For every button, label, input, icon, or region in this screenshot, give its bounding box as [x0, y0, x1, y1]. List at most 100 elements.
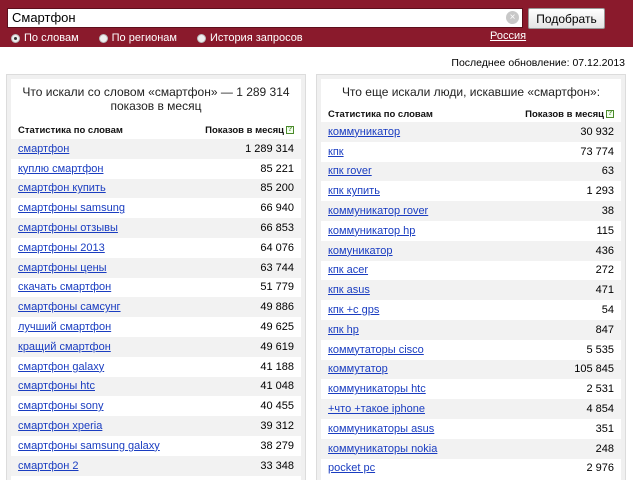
- keyword-link[interactable]: коммуникаторы nokia: [328, 443, 437, 455]
- table-row: коммуникаторы nokia 248: [321, 438, 621, 459]
- table-row: лучший смартфон 49 625: [11, 317, 301, 337]
- impressions-count: 105 845: [574, 363, 614, 376]
- mode-history[interactable]: История запросов: [197, 32, 303, 44]
- keyword-link[interactable]: коммуникатор: [328, 126, 400, 138]
- keyword-link[interactable]: комуникатор: [328, 245, 393, 257]
- mode-by-words[interactable]: По словам: [11, 32, 79, 44]
- keyword-link[interactable]: смартфон купить: [18, 182, 106, 194]
- keyword-link[interactable]: смартфоны htc: [18, 380, 95, 392]
- mode-by-regions[interactable]: По регионам: [98, 32, 177, 44]
- table-row: кпк +с gps 54: [321, 300, 621, 320]
- impressions-count: 38 279: [260, 439, 294, 452]
- help-icon[interactable]: ?: [606, 110, 614, 118]
- impressions-count: 351: [595, 422, 614, 435]
- table-row: скачать смартфон 51 779: [11, 278, 301, 298]
- impressions-count: 847: [595, 323, 614, 336]
- keyword-link[interactable]: смартфон: [18, 143, 69, 155]
- radio-icon[interactable]: [11, 33, 20, 43]
- keyword-link[interactable]: кпк acer: [328, 264, 368, 276]
- help-icon[interactable]: ?: [286, 126, 294, 134]
- col-count-header: Показов в месяц ?: [205, 125, 294, 136]
- table-row: смартфон 2 33 348: [11, 455, 301, 476]
- radio-icon[interactable]: [197, 33, 206, 43]
- keyword-link[interactable]: pocket pc: [328, 462, 375, 474]
- table-row: коммуникатор rover 38: [321, 201, 621, 221]
- impressions-count: 272: [595, 264, 614, 277]
- col-word-header: Статистика по словам: [18, 124, 123, 136]
- left-panel: Что искали со словом «смартфон» — 1 289 …: [6, 74, 306, 480]
- table-row: кращий смартфон 49 619: [11, 336, 301, 357]
- keyword-link[interactable]: лучший смартфон: [18, 321, 111, 333]
- region-link[interactable]: Россия: [490, 30, 526, 42]
- keyword-link[interactable]: смартфоны sony: [18, 400, 104, 412]
- impressions-count: 436: [595, 244, 614, 257]
- keyword-link[interactable]: коммуникаторы asus: [328, 423, 434, 435]
- mode-label: По регионам: [111, 32, 177, 44]
- keyword-link[interactable]: куплю смартфон: [18, 163, 103, 175]
- keyword-link[interactable]: кпк купить: [328, 185, 380, 197]
- keyword-link[interactable]: смартфоны самсунг: [18, 301, 121, 313]
- clear-icon[interactable]: ×: [506, 11, 519, 24]
- keyword-link[interactable]: кпк hp: [328, 324, 359, 336]
- table-row: кпк 73 774: [321, 142, 621, 162]
- keyword-link[interactable]: кпк: [328, 146, 344, 158]
- impressions-count: 471: [595, 284, 614, 297]
- keyword-link[interactable]: смартфоны цены: [18, 262, 107, 274]
- impressions-count: 49 619: [260, 340, 294, 353]
- right-panel-title: Что еще искали люди, искавшие «смартфон»…: [341, 85, 601, 99]
- impressions-count: 66 853: [260, 222, 294, 235]
- submit-button[interactable]: Подобрать: [528, 8, 605, 29]
- table-row: смартфоны самсунг 49 886: [11, 297, 301, 318]
- keyword-link[interactable]: коммутатор: [328, 363, 388, 375]
- impressions-count: 41 048: [260, 380, 294, 393]
- table-row: смартфон купить 85 200: [11, 178, 301, 199]
- impressions-count: 1 293: [586, 185, 614, 198]
- impressions-count: 39 312: [260, 420, 294, 433]
- keyword-link[interactable]: кпк +с gps: [328, 304, 379, 316]
- impressions-count: 51 779: [260, 281, 294, 294]
- radio-icon[interactable]: [98, 33, 108, 43]
- impressions-count: 49 625: [260, 321, 294, 334]
- impressions-count: 30 932: [580, 125, 614, 138]
- impressions-count: 40 455: [260, 400, 294, 413]
- impressions-count: 5 535: [586, 343, 614, 356]
- keyword-link[interactable]: смартфоны 2013: [18, 242, 105, 254]
- keyword-link[interactable]: смартфон 2: [18, 460, 79, 472]
- impressions-count: 54: [601, 304, 614, 317]
- col-count-label: Показов в месяц: [205, 124, 284, 136]
- keyword-link[interactable]: смартфон xperia: [18, 420, 102, 432]
- keyword-link[interactable]: коммуникаторы htc: [328, 383, 426, 395]
- keyword-link[interactable]: смартфоны отзывы: [18, 222, 118, 234]
- impressions-count: 64 076: [260, 241, 294, 254]
- table-row: смартфоны sony 40 455: [11, 396, 301, 416]
- keyword-link[interactable]: смартфон galaxy: [18, 361, 104, 373]
- impressions-count: 4 854: [586, 403, 614, 416]
- impressions-count: 115: [596, 224, 614, 237]
- table-row: смартфон xperia 39 312: [11, 416, 301, 436]
- search-mode-group: По словам По регионам История запросов: [11, 31, 323, 45]
- search-input[interactable]: [8, 9, 502, 27]
- impressions-count: 248: [595, 442, 614, 455]
- keyword-link[interactable]: кращий смартфон: [18, 341, 111, 353]
- impressions-count: 41 188: [260, 360, 294, 373]
- impressions-count: 2 531: [586, 383, 614, 396]
- keyword-link[interactable]: смартфоны samsung: [18, 202, 125, 214]
- left-rows: смартфон 1 289 314 куплю смартфон 85 221 сма…: [11, 139, 301, 476]
- impressions-count: 73 774: [580, 145, 614, 158]
- keyword-link[interactable]: коммутаторы cisco: [328, 344, 424, 356]
- table-row: смартфоны htc 41 048: [11, 376, 301, 397]
- keyword-link[interactable]: коммуникатор rover: [328, 205, 428, 217]
- keyword-link[interactable]: смартфоны samsung galaxy: [18, 440, 160, 452]
- impressions-count: 63 744: [260, 261, 294, 274]
- keyword-link[interactable]: коммуникатор hp: [328, 225, 415, 237]
- table-row: коммуникаторы htc 2 531: [321, 379, 621, 399]
- right-panel: Что еще искали люди, искавшие «смартфон»…: [316, 74, 626, 480]
- table-row: pocket pc 2 976: [321, 459, 621, 479]
- keyword-link[interactable]: скачать смартфон: [18, 281, 111, 293]
- keyword-link[interactable]: кпк rover: [328, 165, 372, 177]
- keyword-link[interactable]: кпк asus: [328, 284, 370, 296]
- keyword-link[interactable]: +что +такое iphone: [328, 403, 425, 415]
- search-box: ×: [7, 8, 523, 28]
- table-row: смартфон galaxy 41 188: [11, 357, 301, 377]
- table-row: +что +такое iphone 4 854: [321, 399, 621, 419]
